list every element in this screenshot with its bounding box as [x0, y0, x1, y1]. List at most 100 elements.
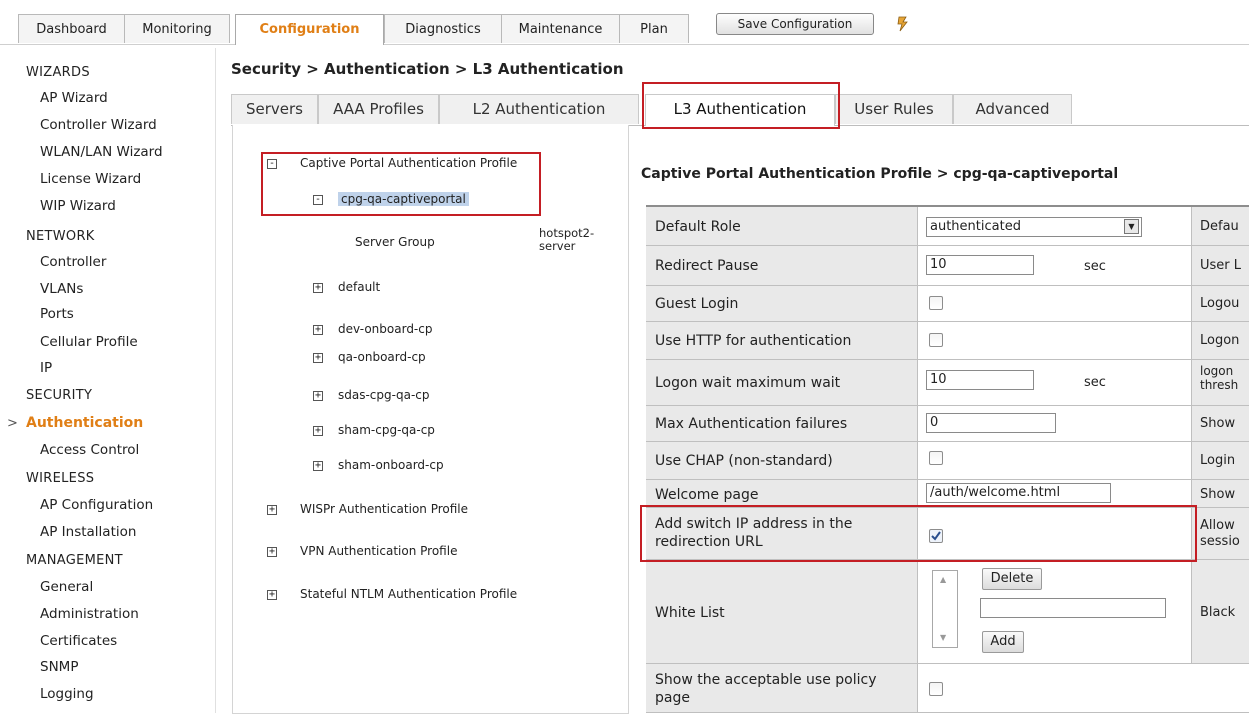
white-list-listbox[interactable]: ▲ ▼ [932, 570, 958, 648]
show-aup-label: Show the acceptable use policy [655, 672, 877, 688]
expand-icon[interactable]: + [267, 547, 277, 557]
tab-l2-authentication[interactable]: L2 Authentication [439, 94, 639, 124]
sidebar-heading-network: NETWORK [26, 229, 95, 244]
nav-tab-monitoring[interactable]: Monitoring [124, 14, 230, 43]
tab-servers[interactable]: Servers [231, 94, 318, 124]
expand-icon[interactable]: + [313, 426, 323, 436]
server-group-value-cont: server [539, 239, 576, 253]
sidebar-item-authentication[interactable]: Authentication [26, 415, 143, 431]
tree-node-profile[interactable]: sdas-cpg-qa-cp [338, 388, 429, 402]
sidebar-item-access-control[interactable]: Access Control [40, 442, 139, 458]
tree-node-stateful-ntlm[interactable]: Stateful NTLM Authentication Profile [300, 587, 517, 601]
right-label-allow-cont: sessio [1200, 534, 1240, 549]
redirect-pause-input[interactable]: 10 [926, 255, 1034, 275]
default-role-label: Default Role [655, 219, 741, 235]
sidebar: WIZARDS AP Wizard Controller Wizard WLAN… [0, 48, 216, 713]
sidebar-item-snmp[interactable]: SNMP [40, 659, 78, 675]
right-label-login: Login [1200, 453, 1236, 468]
redirect-pause-unit: sec [1084, 259, 1106, 274]
sidebar-item-wlan-lan-wizard[interactable]: WLAN/LAN Wizard [40, 144, 163, 160]
sidebar-item-ip[interactable]: IP [40, 360, 52, 376]
chevron-right-icon: > [7, 416, 18, 431]
sidebar-item-controller-wizard[interactable]: Controller Wizard [40, 117, 157, 133]
sidebar-item-vlans[interactable]: VLANs [40, 281, 83, 297]
right-label-logon-threshold-cont: thresh [1200, 378, 1239, 392]
welcome-page-input[interactable]: /auth/welcome.html [926, 483, 1111, 503]
nav-tab-maintenance[interactable]: Maintenance [501, 14, 620, 43]
tab-aaa-profiles[interactable]: AAA Profiles [318, 94, 439, 124]
row-logon-wait: Logon wait maximum wait 10 sec logon thr… [646, 359, 1249, 405]
tree-node-wispr[interactable]: WISPr Authentication Profile [300, 502, 468, 516]
tree-node-profile[interactable]: default [338, 280, 380, 294]
sidebar-item-controller[interactable]: Controller [40, 254, 106, 270]
white-list-delete-button[interactable]: Delete [982, 568, 1042, 590]
sidebar-item-ap-configuration[interactable]: AP Configuration [40, 497, 153, 513]
server-group-label: Server Group [355, 235, 435, 249]
expand-icon[interactable]: + [313, 283, 323, 293]
chevron-down-icon[interactable]: ▼ [1124, 219, 1139, 234]
sidebar-item-wip-wizard[interactable]: WIP Wizard [40, 198, 116, 214]
highlight-add-switch-ip [640, 505, 1197, 562]
show-aup-checkbox[interactable] [929, 682, 943, 696]
tab-user-rules[interactable]: User Rules [835, 94, 953, 124]
breadcrumb: Security > Authentication > L3 Authentic… [231, 60, 624, 78]
sidebar-item-administration[interactable]: Administration [40, 606, 139, 622]
expand-icon[interactable]: + [313, 353, 323, 363]
guest-login-label: Guest Login [655, 296, 739, 312]
tree-node-profile[interactable]: sham-cpg-qa-cp [338, 423, 435, 437]
expand-icon[interactable]: + [267, 590, 277, 600]
right-label-allow: Allow [1200, 518, 1235, 533]
nav-tab-configuration[interactable]: Configuration [235, 14, 384, 45]
scroll-down-icon[interactable]: ▼ [940, 633, 946, 642]
use-http-checkbox[interactable] [929, 333, 943, 347]
tree-node-profile[interactable]: qa-onboard-cp [338, 350, 426, 364]
sidebar-item-cellular-profile[interactable]: Cellular Profile [40, 334, 138, 350]
expand-icon[interactable]: + [313, 325, 323, 335]
use-chap-label: Use CHAP (non-standard) [655, 453, 833, 469]
use-chap-checkbox[interactable] [929, 451, 943, 465]
sidebar-heading-management: MANAGEMENT [26, 553, 123, 568]
sidebar-item-license-wizard[interactable]: License Wizard [40, 171, 141, 187]
sidebar-item-ap-wizard[interactable]: AP Wizard [40, 90, 108, 106]
server-group-value: hotspot2- [539, 226, 595, 240]
default-role-select[interactable]: authenticated [926, 217, 1142, 237]
save-configuration-button[interactable]: Save Configuration [716, 13, 874, 35]
redirect-pause-label: Redirect Pause [655, 258, 759, 274]
nav-tab-dashboard[interactable]: Dashboard [18, 14, 125, 43]
sidebar-item-ap-installation[interactable]: AP Installation [40, 524, 136, 540]
white-list-input[interactable] [980, 598, 1166, 618]
logon-wait-input[interactable]: 10 [926, 370, 1034, 390]
profile-panel-title: Captive Portal Authentication Profile > … [641, 166, 1119, 182]
tree-node-profile[interactable]: dev-onboard-cp [338, 322, 432, 336]
right-label-logon-threshold: logon [1200, 364, 1234, 378]
right-label-show: Show [1200, 416, 1236, 431]
sidebar-item-logging[interactable]: Logging [40, 686, 94, 702]
guest-login-checkbox[interactable] [929, 296, 943, 310]
nav-tab-diagnostics[interactable]: Diagnostics [384, 14, 502, 43]
scroll-up-icon[interactable]: ▲ [940, 575, 946, 584]
max-auth-input[interactable]: 0 [926, 413, 1056, 433]
row-redirect-pause: Redirect Pause 10 sec User L [646, 245, 1249, 285]
highlight-captive-portal [261, 152, 541, 216]
sidebar-item-general[interactable]: General [40, 579, 93, 595]
flag-icon[interactable] [896, 15, 910, 33]
tab-advanced[interactable]: Advanced [953, 94, 1072, 124]
nav-tab-plan[interactable]: Plan [619, 14, 689, 43]
white-list-label: White List [655, 605, 725, 621]
tree-node-vpn[interactable]: VPN Authentication Profile [300, 544, 457, 558]
highlight-l3-tab [642, 82, 840, 129]
expand-icon[interactable]: + [313, 461, 323, 471]
sidebar-heading-wizards: WIZARDS [26, 65, 90, 80]
expand-icon[interactable]: + [267, 505, 277, 515]
right-label-black: Black [1200, 605, 1236, 620]
white-list-add-button[interactable]: Add [982, 631, 1024, 653]
expand-icon[interactable]: + [313, 391, 323, 401]
tree-node-profile[interactable]: sham-onboard-cp [338, 458, 444, 472]
logon-wait-unit: sec [1084, 375, 1106, 390]
max-auth-label: Max Authentication failures [655, 416, 848, 432]
sidebar-item-certificates[interactable]: Certificates [40, 633, 117, 649]
right-label-logout: Logou [1200, 296, 1240, 311]
sidebar-item-ports[interactable]: Ports [40, 306, 74, 322]
row-use-chap: Use CHAP (non-standard) Login [646, 441, 1249, 479]
row-default-role: Default Role authenticated ▼ Defau [646, 205, 1249, 245]
